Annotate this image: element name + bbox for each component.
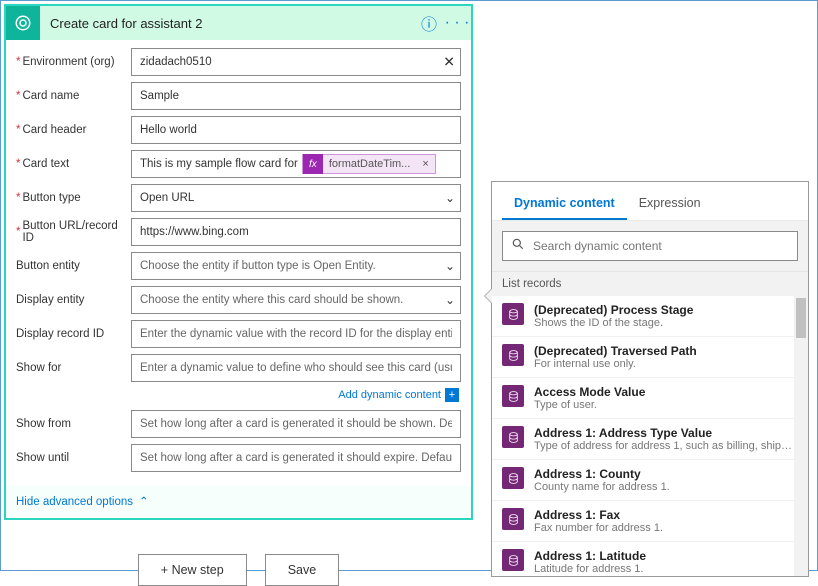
- label-display-record-id: Display record ID: [16, 328, 131, 340]
- entity-icon: [502, 549, 524, 571]
- dynamic-content-item[interactable]: Access Mode ValueType of user.: [492, 378, 808, 419]
- action-card: Create card for assistant 2 ⓘ · · · *Env…: [4, 4, 473, 520]
- show-for-input[interactable]: [131, 354, 461, 382]
- clear-icon[interactable]: ✕: [443, 54, 455, 71]
- item-subtitle: Fax number for address 1.: [534, 522, 798, 534]
- search-input[interactable]: [533, 239, 789, 253]
- item-subtitle: Type of address for address 1, such as b…: [534, 440, 798, 452]
- tab-expression[interactable]: Expression: [627, 186, 713, 220]
- entity-icon: [502, 344, 524, 366]
- item-title: Address 1: Address Type Value: [534, 426, 798, 440]
- display-entity-select[interactable]: [131, 286, 461, 314]
- button-entity-select[interactable]: [131, 252, 461, 280]
- label-button-type: *Button type: [16, 192, 131, 204]
- entity-icon: [502, 385, 524, 407]
- dynamic-content-item[interactable]: Address 1: FaxFax number for address 1.: [492, 501, 808, 542]
- expression-token[interactable]: fx formatDateTim... ×: [302, 154, 436, 174]
- card-name-input[interactable]: [131, 82, 461, 110]
- display-record-id-input[interactable]: [131, 320, 461, 348]
- tab-dynamic-content[interactable]: Dynamic content: [502, 186, 627, 220]
- item-title: (Deprecated) Process Stage: [534, 303, 798, 317]
- show-until-input[interactable]: [131, 444, 461, 472]
- callout-arrow: [484, 288, 492, 304]
- save-button[interactable]: Save: [265, 554, 340, 586]
- button-url-input[interactable]: [131, 218, 461, 246]
- item-title: (Deprecated) Traversed Path: [534, 344, 798, 358]
- card-header-input[interactable]: [131, 116, 461, 144]
- item-subtitle: Latitude for address 1.: [534, 563, 798, 575]
- label-button-entity: Button entity: [16, 260, 131, 272]
- hide-advanced-options[interactable]: Hide advanced options⌃: [6, 486, 471, 518]
- add-dynamic-content-link[interactable]: Add dynamic content+: [16, 388, 461, 402]
- label-show-for: Show for: [16, 362, 131, 374]
- section-header: List records: [492, 271, 808, 296]
- item-subtitle: Type of user.: [534, 399, 798, 411]
- show-from-input[interactable]: [131, 410, 461, 438]
- entity-icon: [502, 426, 524, 448]
- item-subtitle: Shows the ID of the stage.: [534, 317, 798, 329]
- search-icon: [511, 237, 525, 256]
- item-title: Access Mode Value: [534, 385, 798, 399]
- environment-input[interactable]: [131, 48, 461, 76]
- dynamic-content-item[interactable]: Address 1: Address Type ValueType of add…: [492, 419, 808, 460]
- connector-icon: [6, 6, 40, 40]
- label-display-entity: Display entity: [16, 294, 131, 306]
- label-show-until: Show until: [16, 452, 131, 464]
- dynamic-content-panel: Dynamic content Expression List records …: [491, 181, 809, 577]
- entity-icon: [502, 467, 524, 489]
- item-subtitle: County name for address 1.: [534, 481, 798, 493]
- label-environment: *Environment (org): [16, 56, 131, 68]
- entity-icon: [502, 508, 524, 530]
- new-step-button[interactable]: + New step: [138, 554, 247, 586]
- item-title: Address 1: County: [534, 467, 798, 481]
- scrollbar-thumb[interactable]: [796, 298, 806, 338]
- item-title: Address 1: Fax: [534, 508, 798, 522]
- dynamic-content-item[interactable]: (Deprecated) Process StageShows the ID o…: [492, 296, 808, 337]
- dynamic-content-item[interactable]: (Deprecated) Traversed PathFor internal …: [492, 337, 808, 378]
- entity-icon: [502, 303, 524, 325]
- card-header: Create card for assistant 2 ⓘ · · ·: [6, 6, 471, 40]
- remove-token-icon[interactable]: ×: [416, 158, 434, 170]
- more-icon[interactable]: · · ·: [443, 14, 471, 32]
- chevron-up-icon: ⌃: [139, 496, 149, 508]
- label-card-name: *Card name: [16, 90, 131, 102]
- item-title: Address 1: Latitude: [534, 549, 798, 563]
- label-card-header: *Card header: [16, 124, 131, 136]
- button-type-select[interactable]: [131, 184, 461, 212]
- scrollbar[interactable]: [794, 296, 808, 576]
- label-button-url: *Button URL/record ID: [16, 220, 131, 244]
- plus-icon: +: [445, 388, 459, 402]
- item-subtitle: For internal use only.: [534, 358, 798, 370]
- label-show-from: Show from: [16, 418, 131, 430]
- card-title: Create card for assistant 2: [40, 16, 415, 31]
- info-icon[interactable]: ⓘ: [415, 11, 443, 35]
- label-card-text: *Card text: [16, 158, 131, 170]
- fx-icon: fx: [303, 154, 323, 174]
- dynamic-content-item[interactable]: Address 1: CountyCounty name for address…: [492, 460, 808, 501]
- card-text-input[interactable]: This is my sample flow card for fx forma…: [131, 150, 461, 178]
